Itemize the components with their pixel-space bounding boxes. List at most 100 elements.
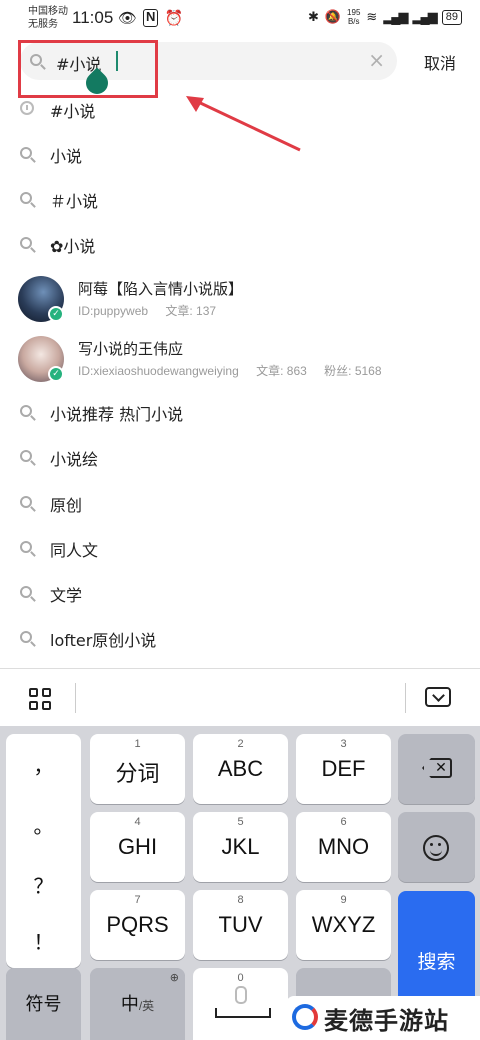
suggestion-item[interactable]: 同人文 xyxy=(0,526,480,570)
keyboard: ， 。 ？ ！ 1 分词 2 ABC 3 DEF ✕ 4 GHI 5 JKL 6… xyxy=(0,726,480,1040)
watermark-logo-icon xyxy=(292,1004,318,1030)
signal2-icon: ▂▄▆ xyxy=(412,9,438,24)
suggestion-label: 小说推荐 热门小说 xyxy=(50,405,184,424)
user-result[interactable]: ✓ 阿莓【陷入言情小说版】 ID:puppyweb 文章: 137 xyxy=(0,270,480,330)
user-id: ID:xiexiaoshuodewangweiying xyxy=(78,364,239,378)
carrier-name: 中国移动 xyxy=(28,6,68,17)
history-clock-icon xyxy=(20,101,34,115)
key-label: MNO xyxy=(317,834,370,859)
toolbar-divider xyxy=(75,683,76,713)
suggestion-item[interactable]: 文学 xyxy=(0,571,480,615)
punct-key[interactable]: 。 xyxy=(6,810,81,839)
user-articles: 文章: 863 xyxy=(256,364,307,378)
speed-value: 195 xyxy=(347,8,361,17)
suggestion-item[interactable]: ＃小说 xyxy=(0,177,480,221)
punct-key[interactable]: ！ xyxy=(6,926,81,955)
key-1[interactable]: 1 分词 xyxy=(90,734,185,804)
search-icon xyxy=(20,586,32,598)
user-result[interactable]: ✓ 写小说的王伟应 ID:xiexiaoshuodewangweiying 文章… xyxy=(0,330,480,390)
punct-key[interactable]: ？ xyxy=(6,870,81,899)
suggestion-label: #小说 xyxy=(50,102,96,121)
cancel-button[interactable]: 取消 xyxy=(424,50,456,74)
user-name: 阿莓【陷入言情小说版】 xyxy=(78,280,244,298)
user-fans: 粉丝: 5168 xyxy=(324,364,382,378)
suggestion-label: 小说绘 xyxy=(50,450,99,469)
key-9[interactable]: 9 WXYZ xyxy=(296,890,391,960)
suggestion-item[interactable]: 小说推荐 热门小说 xyxy=(0,390,480,434)
suggestion-label: 小说 xyxy=(50,147,83,166)
key-number: 5 xyxy=(237,816,244,828)
key-number: 6 xyxy=(340,816,347,828)
key-6[interactable]: 6 MNO xyxy=(296,812,391,882)
search-submit-label: 搜索 xyxy=(417,951,456,973)
carrier-status: 无服务 xyxy=(28,19,58,30)
suggestion-label: lofter原创小说 xyxy=(50,631,157,650)
key-label: GHI xyxy=(117,834,158,859)
lang-main: 中 xyxy=(120,994,139,1014)
key-label: DEF xyxy=(321,756,366,781)
lang-sub: /英 xyxy=(138,999,155,1013)
punct-key[interactable]: ， xyxy=(6,750,81,779)
grid-menu-icon[interactable] xyxy=(29,688,51,710)
key-label: WXYZ xyxy=(311,912,376,937)
key-label: TUV xyxy=(218,912,263,937)
symbol-button[interactable]: 符号 xyxy=(6,968,81,1040)
key-number: 8 xyxy=(237,894,244,906)
key-3[interactable]: 3 DEF xyxy=(296,734,391,804)
punctuation-column: ， 。 ？ ！ xyxy=(6,734,81,968)
user-meta: ID:puppyweb 文章: 137 xyxy=(78,302,230,319)
hide-keyboard-icon[interactable] xyxy=(425,687,451,707)
language-label: 中/英 xyxy=(90,990,185,1016)
status-icons-left: 👁 N ⏰ xyxy=(118,9,183,27)
keyboard-toolbar xyxy=(0,668,480,727)
suggestion-item[interactable]: 小说 xyxy=(0,132,480,176)
language-toggle-button[interactable]: ⊕ 中/英 xyxy=(90,968,185,1040)
network-speed: 195 B/s xyxy=(347,8,360,26)
key-label: PQRS xyxy=(106,912,169,937)
suggestion-label: ＃小说 xyxy=(50,192,99,211)
suggestion-item[interactable]: 原创 xyxy=(0,481,480,525)
search-icon xyxy=(20,631,32,643)
search-icon xyxy=(20,192,32,204)
suggestion-label: 文学 xyxy=(50,586,83,605)
key-2[interactable]: 2 ABC xyxy=(193,734,288,804)
key-7[interactable]: 7 PQRS xyxy=(90,890,185,960)
carrier-info: 中国移动 无服务 xyxy=(28,5,68,31)
suggestion-label: ✿小说 xyxy=(50,237,96,256)
status-icons-right: ✱ 🔕 195 B/s ≋ ▂▄▆ ▂▄▆ 89 xyxy=(308,8,462,26)
suggestion-label: 同人文 xyxy=(50,541,99,560)
status-bar: 中国移动 无服务 11:05 👁 N ⏰ ✱ 🔕 195 B/s ≋ ▂▄▆ ▂… xyxy=(0,0,480,36)
wifi-icon: ≋ xyxy=(366,9,378,24)
search-icon xyxy=(20,496,32,508)
mute-bell-icon: 🔕 xyxy=(324,9,342,24)
key-4[interactable]: 4 GHI xyxy=(90,812,185,882)
suggestion-item[interactable]: ✿小说 xyxy=(0,222,480,266)
microphone-icon xyxy=(235,986,247,1004)
space-key[interactable]: 0 xyxy=(193,968,288,1040)
key-number: 2 xyxy=(237,738,244,750)
key-number: 1 xyxy=(134,738,141,750)
user-articles: 文章: 137 xyxy=(165,304,217,318)
nfc-icon: N xyxy=(143,9,159,27)
status-time: 11:05 xyxy=(72,8,114,27)
key-number: 4 xyxy=(134,816,141,828)
toolbar-divider xyxy=(405,683,406,713)
emoji-button[interactable] xyxy=(398,812,475,882)
battery-level: 89 xyxy=(445,10,458,23)
key-label: JKL xyxy=(221,834,260,859)
key-number: 9 xyxy=(340,894,347,906)
clear-icon[interactable]: × xyxy=(368,50,385,70)
signal-icon: ▂▄▆ xyxy=(383,9,408,24)
suggestion-item[interactable]: 小说绘 xyxy=(0,435,480,479)
search-icon xyxy=(20,450,32,462)
key-5[interactable]: 5 JKL xyxy=(193,812,288,882)
suggestion-item[interactable]: #小说 xyxy=(0,87,480,131)
suggestion-label: 原创 xyxy=(50,496,83,515)
backspace-button[interactable]: ✕ xyxy=(398,734,475,804)
key-8[interactable]: 8 TUV xyxy=(193,890,288,960)
battery-icon: 89 xyxy=(441,9,462,25)
suggestion-item[interactable]: lofter原创小说 xyxy=(0,616,480,660)
search-icon xyxy=(20,147,32,159)
bluetooth-icon: ✱ xyxy=(307,9,319,24)
user-id: ID:puppyweb xyxy=(78,304,149,318)
